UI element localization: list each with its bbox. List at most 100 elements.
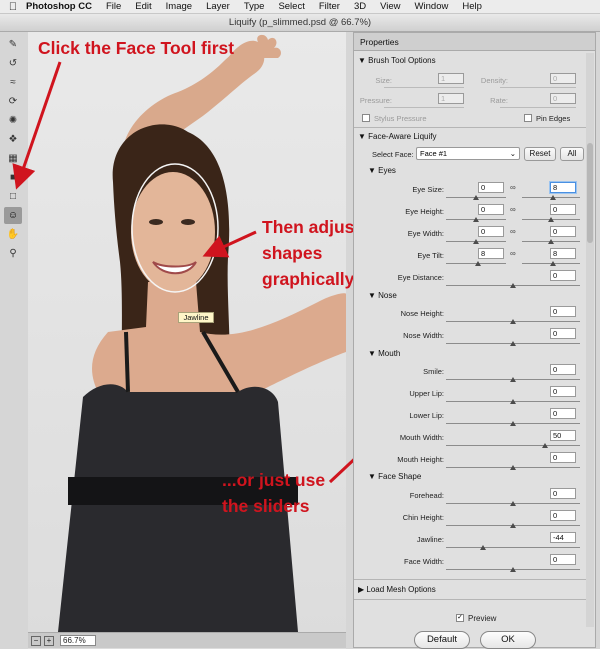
slider-thumb[interactable] [510,501,516,506]
nose-width-input[interactable]: 0 [550,328,576,339]
menu-help[interactable]: Help [462,1,482,12]
eye-size-label: Eye Size: [412,185,444,194]
scrollbar-thumb[interactable] [587,143,593,243]
eye-tilt-right-input[interactable]: 8 [550,248,576,259]
slider-thumb[interactable] [548,217,554,222]
stylus-pressure-checkbox[interactable] [362,114,370,122]
slider-thumb[interactable] [510,465,516,470]
menu-image[interactable]: Image [166,1,192,12]
eye-size-right-input[interactable]: 8 [550,182,576,193]
mouth-section-header[interactable]: ▼ Mouth [368,349,400,358]
slider-thumb[interactable] [510,319,516,324]
menu-filter[interactable]: Filter [319,1,340,12]
lower-lip-input[interactable]: 0 [550,408,576,419]
mouth-width-slider[interactable] [446,445,580,446]
rate-input[interactable]: 0 [550,93,576,104]
slider-thumb[interactable] [510,283,516,288]
link-icon[interactable]: ∞ [510,205,516,214]
link-icon[interactable]: ∞ [510,249,516,258]
size-slider[interactable] [384,87,464,88]
smile-label: Smile: [423,367,444,376]
apple-icon[interactable]:  [0,1,26,13]
eyes-title: Eyes [378,166,396,175]
forehead-input[interactable]: 0 [550,488,576,499]
nose-section-header[interactable]: ▼ Nose [368,291,397,300]
face-width-label: Face Width: [403,557,444,566]
face-width-input[interactable]: 0 [550,554,576,565]
menu-select[interactable]: Select [278,1,304,12]
size-label: Size: [375,76,392,85]
density-input[interactable]: 0 [550,73,576,84]
menu-file[interactable]: File [106,1,121,12]
brush-section-header[interactable]: ▼ Brush Tool Options [358,56,436,65]
chevron-down-icon: ⌄ [509,149,516,158]
panel-scrollbar[interactable] [586,53,594,627]
rate-slider[interactable] [500,107,576,108]
pin-edges-checkbox[interactable] [524,114,532,122]
eye-tilt-label: Eye Tilt: [417,251,444,260]
eyes-section-header[interactable]: ▼ Eyes [368,166,396,175]
face-shape-title: Face Shape [378,472,422,481]
mouth-width-input[interactable]: 50 [550,430,576,441]
eye-height-right-input[interactable]: 0 [550,204,576,215]
eye-width-left-input[interactable]: 0 [478,226,504,237]
slider-thumb[interactable] [510,377,516,382]
menu-type[interactable]: Type [244,1,265,12]
nose-height-label: Nose Height: [400,309,444,318]
eye-size-left-input[interactable]: 0 [478,182,504,193]
menu-layer[interactable]: Layer [206,1,230,12]
eye-height-left-input[interactable]: 0 [478,204,504,215]
slider-thumb[interactable] [510,399,516,404]
reset-button[interactable]: Reset [524,147,556,161]
face-aware-section-header[interactable]: ▼ Face-Aware Liquify [358,132,436,141]
menu-app-name[interactable]: Photoshop CC [26,1,92,12]
menu-view[interactable]: View [380,1,400,12]
slider-thumb[interactable] [473,217,479,222]
pressure-input[interactable]: 1 [438,93,464,104]
jawline-slider[interactable] [446,547,580,548]
pressure-slider[interactable] [384,107,464,108]
mouth-height-input[interactable]: 0 [550,452,576,463]
all-button[interactable]: All [560,147,584,161]
menu-window[interactable]: Window [415,1,449,12]
slider-thumb[interactable] [542,443,548,448]
slider-thumb[interactable] [510,341,516,346]
slider-thumb[interactable] [510,421,516,426]
slider-thumb[interactable] [510,567,516,572]
nose-height-input[interactable]: 0 [550,306,576,317]
eye-width-right-input[interactable]: 0 [550,226,576,237]
slider-thumb[interactable] [475,261,481,266]
upper-lip-input[interactable]: 0 [550,386,576,397]
slider-thumb[interactable] [550,195,556,200]
slider-thumb[interactable] [510,523,516,528]
arrow-to-face-tool [12,61,62,190]
face-shape-section-header[interactable]: ▼ Face Shape [368,472,421,481]
preview-checkbox[interactable]: ✓ [456,614,464,622]
mac-menubar:  Photoshop CC File Edit Image Layer Typ… [0,0,600,14]
select-face-dropdown[interactable]: Face #1 ⌄ [416,147,520,160]
default-button[interactable]: Default [414,631,470,649]
density-slider[interactable] [500,87,576,88]
slider-thumb[interactable] [550,261,556,266]
stylus-pressure-label: Stylus Pressure [374,114,427,123]
size-input[interactable]: 1 [438,73,464,84]
link-icon[interactable]: ∞ [510,227,516,236]
load-mesh-section-header[interactable]: ▶ Load Mesh Options [358,585,436,594]
jawline-input[interactable]: -44 [550,532,576,543]
eye-distance-input[interactable]: 0 [550,270,576,281]
slider-thumb[interactable] [480,545,486,550]
menu-edit[interactable]: Edit [135,1,151,12]
eye-height-label: Eye Height: [405,207,444,216]
properties-tab[interactable]: Properties [354,33,595,51]
menu-3d[interactable]: 3D [354,1,366,12]
pin-edges-label: Pin Edges [536,114,571,123]
load-mesh-title: Load Mesh Options [366,585,436,594]
ok-button[interactable]: OK [480,631,536,649]
slider-thumb[interactable] [473,239,479,244]
chin-height-input[interactable]: 0 [550,510,576,521]
link-icon[interactable]: ∞ [510,183,516,192]
smile-input[interactable]: 0 [550,364,576,375]
slider-thumb[interactable] [473,195,479,200]
slider-thumb[interactable] [548,239,554,244]
eye-tilt-left-input[interactable]: 8 [478,248,504,259]
